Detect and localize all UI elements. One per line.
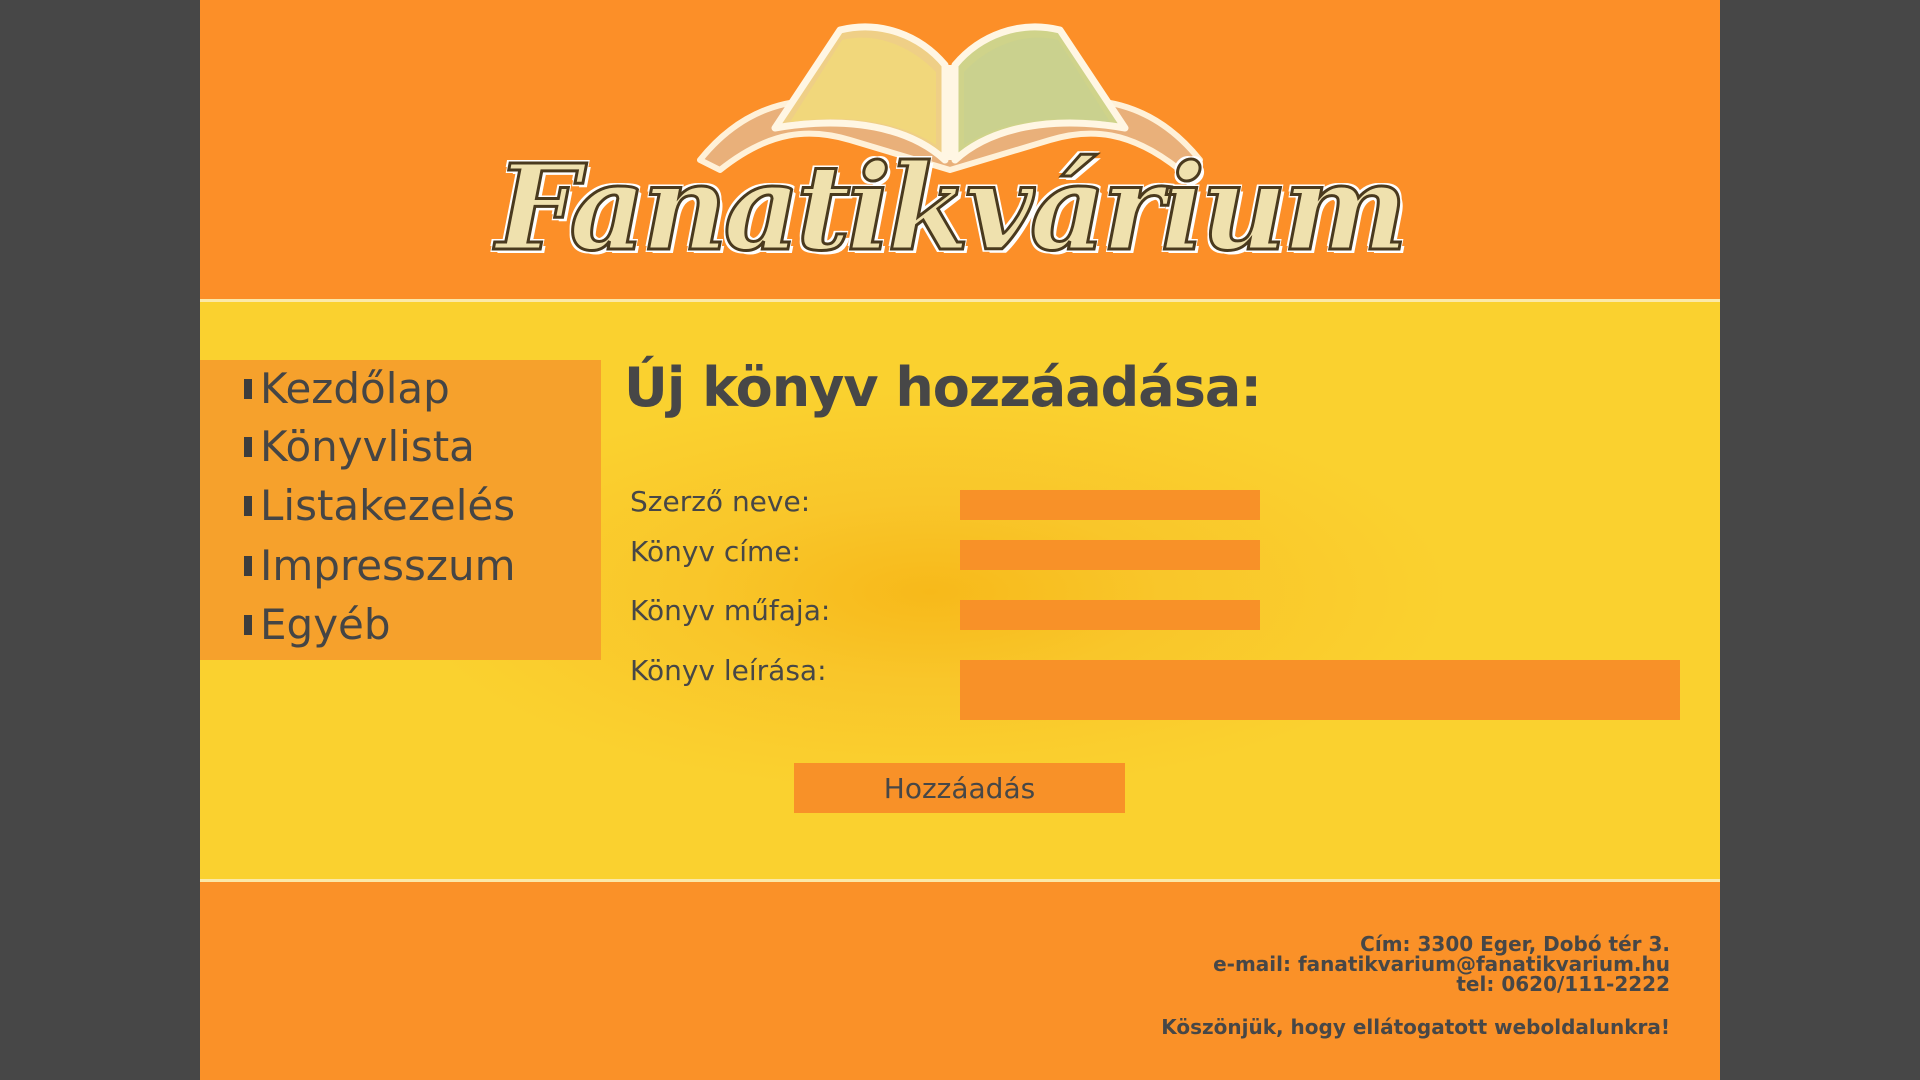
- logo-wordmark: Fanatikvárium: [495, 137, 1410, 279]
- author-label: Szerző neve:: [630, 485, 811, 518]
- nav-item-kezdolap[interactable]: Kezdőlap: [244, 360, 450, 416]
- nav-label: Impresszum: [260, 540, 516, 590]
- page-container: Fanatikvárium Kezdőlap Könyvlista Listak…: [200, 0, 1720, 1080]
- author-field[interactable]: [960, 490, 1260, 520]
- add-book-button[interactable]: Hozzáadás: [794, 763, 1125, 813]
- nav-item-egyeb[interactable]: Egyéb: [244, 596, 391, 652]
- footer-phone: tel: 0620/111-2222: [1456, 972, 1670, 996]
- sidebar-nav: Kezdőlap Könyvlista Listakezelés Impress…: [200, 360, 601, 660]
- nav-label: Listakezelés: [260, 480, 516, 530]
- footer-contact: Cím: 3300 Eger, Dobó tér 3. e-mail: fana…: [1213, 934, 1670, 994]
- genre-field[interactable]: [960, 600, 1260, 630]
- footer-divider: [200, 879, 1720, 882]
- description-field[interactable]: [960, 660, 1680, 720]
- footer-email: e-mail: fanatikvarium@fanatikvarium.hu: [1213, 952, 1670, 976]
- nav-label: Kezdőlap: [260, 363, 450, 413]
- book-title-label: Könyv címe:: [630, 535, 801, 568]
- site-header: Fanatikvárium: [200, 0, 1720, 300]
- nav-bullet-icon: [244, 496, 252, 516]
- page-title: Új könyv hozzáadása:: [624, 356, 1262, 419]
- nav-label: Könyvlista: [260, 421, 475, 471]
- nav-item-listakezeles[interactable]: Listakezelés: [244, 477, 515, 533]
- book-title-field[interactable]: [960, 540, 1260, 570]
- genre-label: Könyv műfaja:: [630, 594, 831, 627]
- nav-bullet-icon: [244, 379, 252, 399]
- footer-address: Cím: 3300 Eger, Dobó tér 3.: [1360, 932, 1670, 956]
- nav-item-konyvlista[interactable]: Könyvlista: [244, 418, 475, 474]
- nav-item-impresszum[interactable]: Impresszum: [244, 537, 516, 593]
- nav-bullet-icon: [244, 615, 252, 635]
- main-content: Kezdőlap Könyvlista Listakezelés Impress…: [200, 302, 1720, 879]
- description-label: Könyv leírása:: [630, 654, 827, 687]
- nav-bullet-icon: [244, 556, 252, 576]
- nav-bullet-icon: [244, 437, 252, 457]
- footer-thanks: Köszönjük, hogy ellátogatott weboldalunk…: [1161, 1015, 1670, 1039]
- nav-label: Egyéb: [260, 599, 391, 649]
- site-logo[interactable]: Fanatikvárium: [490, 10, 1410, 290]
